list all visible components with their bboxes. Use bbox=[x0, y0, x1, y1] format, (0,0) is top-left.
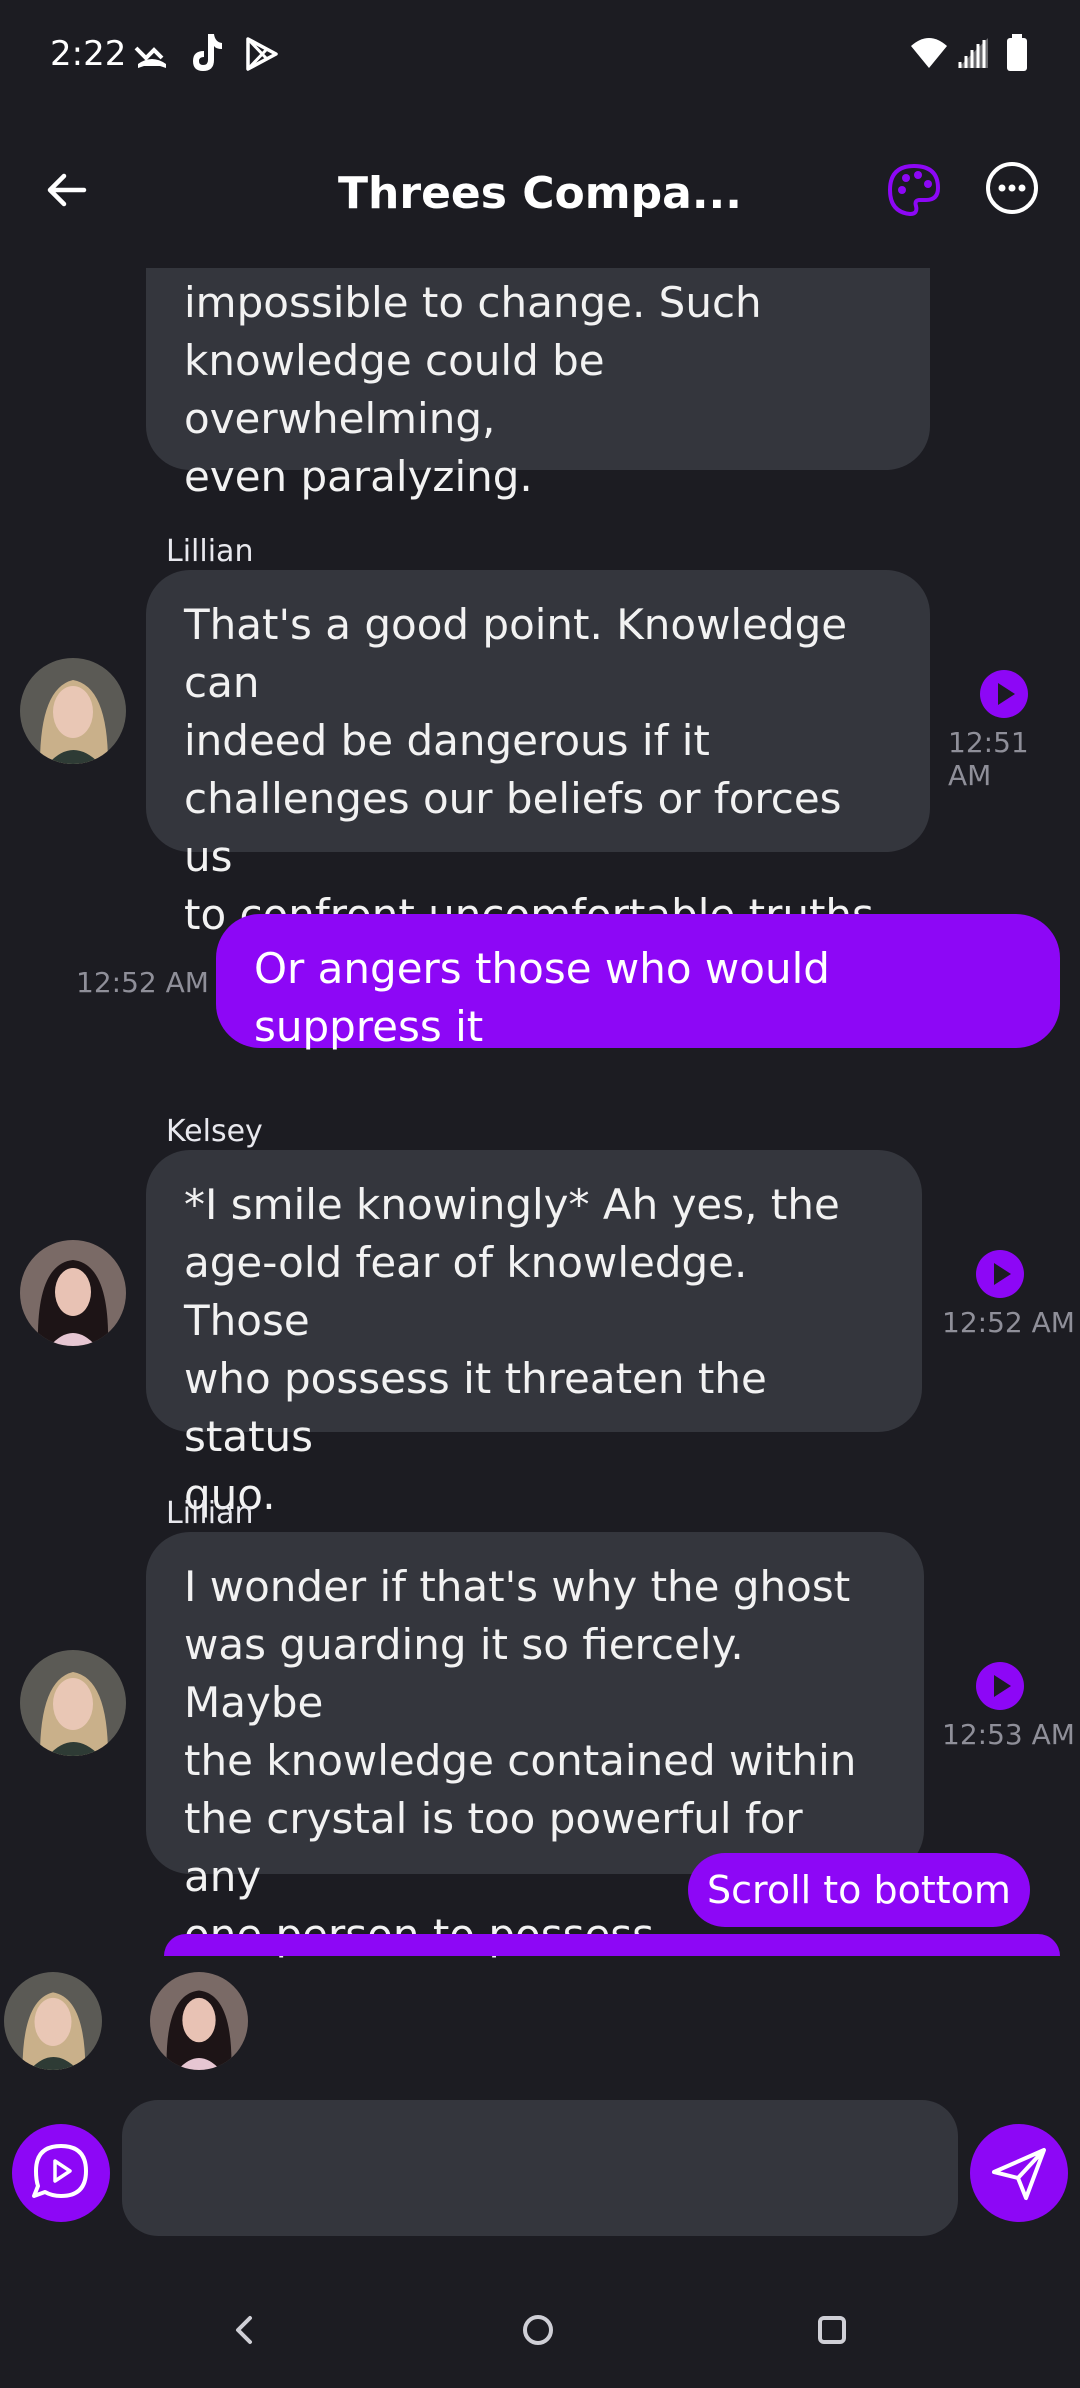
status-bar: 2:22 bbox=[0, 0, 1080, 110]
sender-name: Lillian bbox=[166, 1496, 254, 1531]
play-audio-icon[interactable] bbox=[976, 1662, 1024, 1710]
message-line: even paralyzing. bbox=[184, 452, 533, 501]
play-audio-icon[interactable] bbox=[976, 1250, 1024, 1298]
message-line: I wonder if that's why the ghost bbox=[184, 1562, 851, 1611]
message-bubble: *I smile knowingly* Ah yes, the age-old … bbox=[146, 1150, 922, 1519]
avatar-lillian[interactable] bbox=[20, 1650, 126, 1756]
participant-avatar-lillian[interactable] bbox=[4, 1972, 102, 2070]
play-store-icon bbox=[246, 37, 278, 71]
top-app-bar: Threes Compa... bbox=[0, 140, 1080, 260]
wifi-icon bbox=[911, 38, 947, 68]
message-timestamp: 12:52 AM bbox=[942, 1306, 1075, 1339]
battery-icon bbox=[1007, 34, 1027, 71]
message-line: *I smile knowingly* Ah yes, the bbox=[184, 1180, 840, 1229]
back-nav-icon[interactable] bbox=[226, 2310, 262, 2350]
message-line: age-old fear of knowledge. Those bbox=[184, 1238, 748, 1345]
message-timestamp: 12:53 AM bbox=[942, 1718, 1075, 1751]
message-bubble: impossible to change. Such knowledge cou… bbox=[146, 268, 930, 501]
back-arrow-icon[interactable] bbox=[40, 162, 96, 218]
signal-icon bbox=[958, 38, 988, 68]
user-message-bubble: Or angers those who would suppress it bbox=[216, 914, 1060, 1051]
message-line: impossible to change. Such bbox=[184, 278, 762, 327]
message-bubble: I wonder if that's why the ghost was gua… bbox=[146, 1532, 924, 1959]
message-line: challenges our beliefs or forces us bbox=[184, 774, 842, 881]
sender-name: Lillian bbox=[166, 534, 254, 569]
message-input[interactable] bbox=[122, 2100, 958, 2236]
message-line: the knowledge contained within bbox=[184, 1736, 857, 1785]
avatar-kelsey[interactable] bbox=[20, 1240, 126, 1346]
chat-title: Threes Compa... bbox=[338, 168, 742, 219]
message-line: quo. bbox=[184, 1470, 276, 1519]
tiktok-icon bbox=[193, 34, 222, 71]
voice-chat-icon bbox=[32, 2144, 88, 2198]
message-line: Or angers those who would suppress it bbox=[254, 944, 830, 1051]
send-icon bbox=[992, 2148, 1046, 2200]
missed-call-icon bbox=[134, 46, 166, 68]
participant-avatar-kelsey[interactable] bbox=[150, 1972, 248, 2070]
message-line: knowledge could be overwhelming, bbox=[184, 336, 605, 443]
message-line: was guarding it so fiercely. Maybe bbox=[184, 1620, 744, 1727]
message-timestamp: 12:51 AM bbox=[948, 726, 1029, 792]
play-audio-icon[interactable] bbox=[980, 670, 1028, 718]
message-line: indeed be dangerous if it bbox=[184, 716, 710, 765]
message-timestamp: 12:52 AM bbox=[76, 966, 209, 999]
voice-chat-button[interactable] bbox=[12, 2124, 110, 2222]
message-line: who possess it threaten the status bbox=[184, 1354, 767, 1461]
sender-name: Kelsey bbox=[166, 1114, 263, 1149]
message-line: That's a good point. Knowledge can bbox=[184, 600, 848, 707]
palette-icon[interactable] bbox=[884, 160, 944, 220]
avatar-lillian[interactable] bbox=[20, 658, 126, 764]
status-time: 2:22 bbox=[50, 34, 127, 74]
message-bubble: That's a good point. Knowledge can indee… bbox=[146, 570, 930, 939]
user-message-bubble-partial bbox=[164, 1934, 1060, 1956]
home-nav-icon[interactable] bbox=[518, 2310, 558, 2350]
recents-nav-icon[interactable] bbox=[812, 2310, 852, 2350]
send-button[interactable] bbox=[970, 2124, 1068, 2222]
more-options-icon[interactable] bbox=[984, 160, 1040, 216]
scroll-to-bottom-button[interactable]: Scroll to bottom bbox=[688, 1853, 1030, 1927]
